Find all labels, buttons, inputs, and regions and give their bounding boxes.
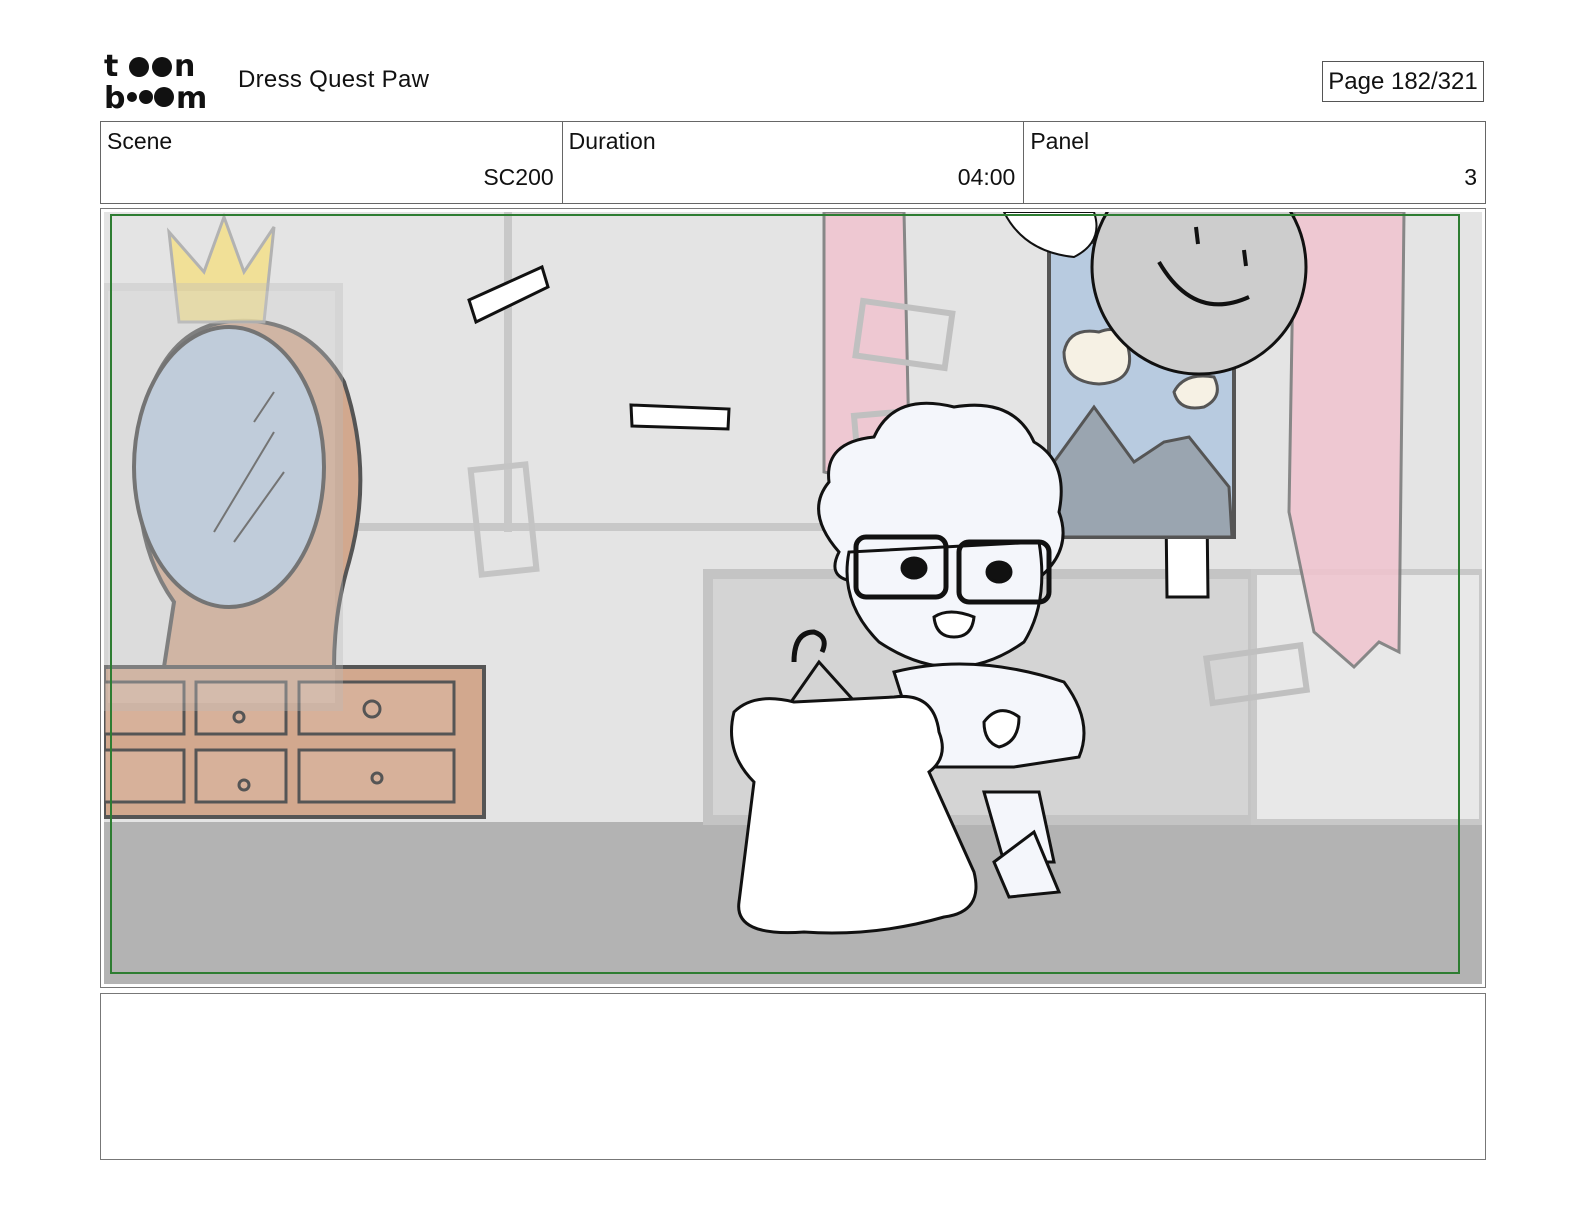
duration-cell: Duration 04:00	[563, 122, 1025, 203]
panel-drawing	[104, 212, 1482, 984]
project-title: Dress Quest Paw	[238, 66, 430, 93]
mirror	[104, 212, 363, 711]
svg-text:b: b	[104, 81, 125, 112]
panel-info-table: Scene SC200 Duration 04:00 Panel 3	[100, 121, 1486, 204]
svg-text:m: m	[176, 81, 207, 112]
scene-label: Scene	[107, 128, 173, 154]
svg-text:n: n	[174, 50, 195, 84]
tape-piece	[629, 403, 731, 431]
panel-cell: Panel 3	[1024, 122, 1485, 203]
panel-label: Panel	[1030, 128, 1090, 154]
panel-notes-box	[100, 993, 1486, 1160]
page-indicator: Page 182/321	[1322, 61, 1484, 102]
duration-value: 04:00	[957, 164, 1016, 190]
storyboard-panel	[100, 208, 1486, 988]
scene-value: SC200	[483, 164, 554, 190]
scene-cell: Scene SC200	[101, 122, 563, 203]
toonboom-logo: t n b m	[104, 50, 207, 112]
svg-text:t: t	[104, 50, 118, 84]
duration-label: Duration	[568, 128, 656, 154]
panel-value: 3	[1464, 164, 1478, 190]
